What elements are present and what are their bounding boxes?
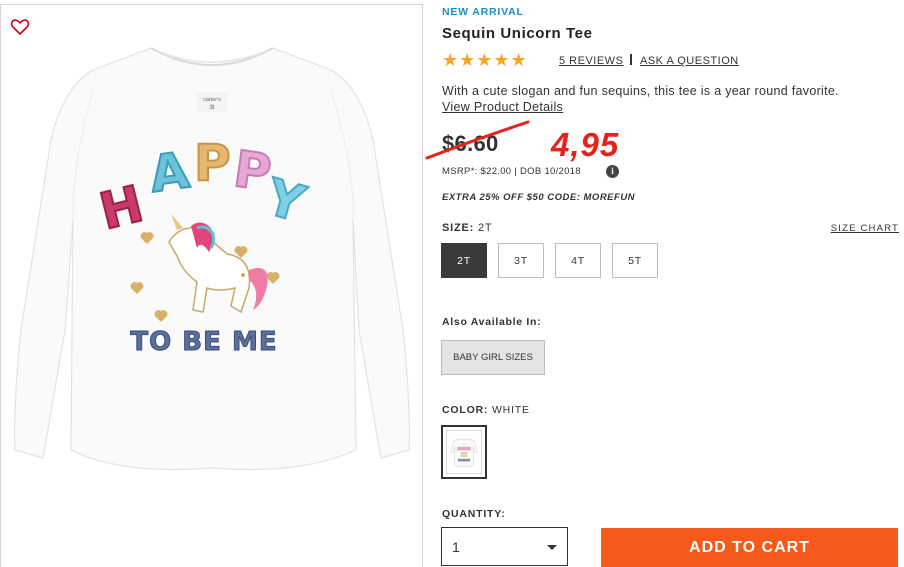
color-label-heading: COLOR: <box>442 404 489 416</box>
print-to-be-me: TO BE ME <box>130 327 277 357</box>
view-product-details-link[interactable]: View Product Details <box>442 100 563 114</box>
quantity-value: 1 <box>452 539 460 555</box>
product-image-panel: carter's 3t H A P P Y TO BE ME <box>0 4 423 567</box>
size-label-heading: SIZE: <box>442 222 475 234</box>
new-arrival-badge: NEW ARRIVAL <box>442 6 524 18</box>
size-selected: 2T <box>477 222 493 234</box>
size-chart-link[interactable]: SIZE CHART <box>831 223 899 234</box>
quantity-label: QUANTITY: <box>442 508 506 520</box>
baby-girl-sizes-button[interactable]: BABY GIRL SIZES <box>441 340 545 375</box>
shirt-tag-size: 3t <box>209 105 214 111</box>
product-description: With a cute slogan and fun sequins, this… <box>442 83 898 115</box>
size-label: SIZE: 2T <box>442 222 492 234</box>
size-option-4t[interactable]: 4T <box>555 243 601 278</box>
link-separator <box>630 54 632 65</box>
handwritten-price: 4,95 <box>551 126 620 163</box>
color-label: COLOR: WHITE <box>442 404 530 416</box>
rating-stars[interactable]: ★★★★★ <box>442 50 528 70</box>
reviews-link[interactable]: 5 REVIEWS <box>559 55 623 67</box>
size-option-2t[interactable]: 2T <box>441 243 487 278</box>
description-text: With a cute slogan and fun sequins, this… <box>442 84 839 98</box>
size-options: 2T 3T 4T 5T <box>441 243 658 278</box>
price-strikethrough <box>425 120 530 160</box>
color-swatch-white[interactable] <box>441 425 487 479</box>
product-title: Sequin Unicorn Tee <box>442 25 593 42</box>
promo-text: EXTRA 25% OFF $50 CODE: MOREFUN <box>442 192 636 203</box>
product-info: NEW ARRIVAL Sequin Unicorn Tee ★★★★★ 5 R… <box>425 0 899 567</box>
chevron-down-icon <box>547 545 557 550</box>
product-image[interactable]: carter's 3t H A P P Y TO BE ME <box>1 30 423 500</box>
size-option-5t[interactable]: 5T <box>612 243 658 278</box>
quantity-select[interactable]: 1 <box>441 527 568 566</box>
print-letter-p1: P <box>194 134 231 192</box>
info-icon[interactable]: i <box>606 165 619 178</box>
ask-question-link[interactable]: ASK A QUESTION <box>640 55 739 67</box>
msrp-text: MSRP*: $22.00 | DOB 10/2018 <box>442 166 581 177</box>
size-option-3t[interactable]: 3T <box>498 243 544 278</box>
swatch-thumbnail <box>446 430 482 474</box>
add-to-cart-button[interactable]: ADD TO CART <box>601 528 898 567</box>
also-available-label: Also Available In: <box>442 316 542 328</box>
color-selected: WHITE <box>491 404 530 416</box>
shirt-tag-brand: carter's <box>203 97 221 103</box>
